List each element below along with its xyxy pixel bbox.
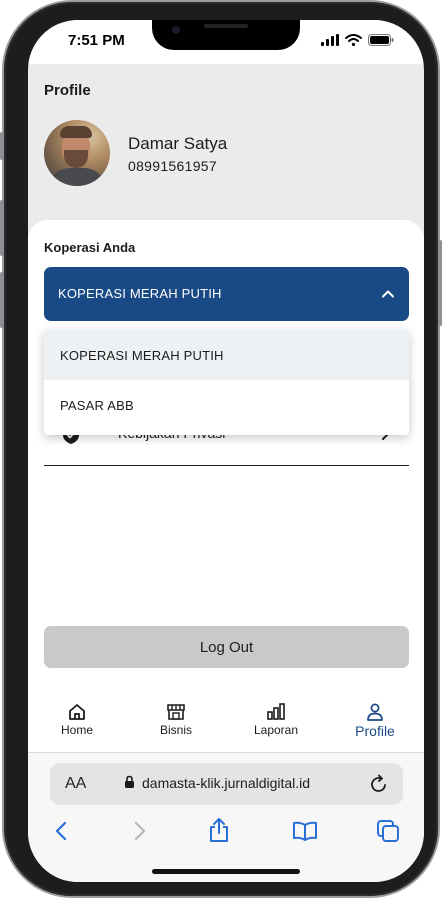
person-icon: [367, 703, 383, 721]
tab-home-label: Home: [60, 723, 93, 737]
tab-profile-label: Profile: [355, 723, 395, 739]
cooperative-option[interactable]: PASAR ABB: [44, 380, 409, 430]
share-icon[interactable]: [208, 817, 230, 843]
tab-bisnis-label: Bisnis: [159, 723, 192, 737]
tabs-icon[interactable]: [376, 819, 400, 843]
text-size-button[interactable]: AA: [65, 775, 86, 793]
reload-icon[interactable]: [369, 774, 389, 794]
lock-icon: [125, 775, 134, 788]
screen: 7:51 PM Profile Damar Satya 08991561957 …: [28, 20, 424, 882]
address-bar[interactable]: AA damasta-klik.jurnaldigital.id: [50, 763, 403, 805]
bottom-tab-bar: Home Bisnis Laporan Profile: [28, 695, 424, 752]
volume-down-button: [0, 272, 4, 328]
forward-icon[interactable]: [133, 821, 147, 841]
browser-toolbar: AA damasta-klik.jurnaldigital.id: [28, 752, 424, 882]
bookmarks-icon[interactable]: [292, 821, 318, 841]
signal-icon: [321, 34, 339, 46]
profile-card: Koperasi Anda KOPERASI MERAH PUTIH Kebij…: [28, 220, 424, 695]
cooperative-option[interactable]: KOPERASI MERAH PUTIH: [44, 330, 409, 380]
chevron-up-icon: [382, 290, 394, 298]
speaker: [204, 24, 248, 28]
tab-laporan[interactable]: Laporan: [236, 703, 316, 737]
home-indicator: [152, 869, 300, 874]
cooperative-label: Koperasi Anda: [44, 240, 136, 255]
power-button: [438, 240, 442, 326]
user-name: Damar Satya: [128, 134, 228, 153]
status-time: 7:51 PM: [68, 32, 125, 49]
page-title: Profile: [44, 82, 91, 99]
user-phone: 08991561957: [128, 158, 217, 174]
logout-button[interactable]: Log Out: [44, 626, 409, 668]
cooperative-select[interactable]: KOPERASI MERAH PUTIH: [44, 267, 409, 321]
phone-frame: 7:51 PM Profile Damar Satya 08991561957 …: [0, 2, 442, 896]
avatar: [44, 120, 110, 186]
cooperative-selected-value: KOPERASI MERAH PUTIH: [58, 286, 222, 301]
wifi-icon: [345, 34, 362, 46]
tab-laporan-label: Laporan: [253, 723, 299, 737]
tab-bisnis[interactable]: Bisnis: [136, 703, 216, 737]
url-text: damasta-klik.jurnaldigital.id: [142, 775, 311, 791]
home-icon: [69, 704, 85, 720]
back-icon[interactable]: [54, 821, 68, 841]
bar-chart-icon: [267, 703, 285, 720]
store-icon: [167, 704, 185, 720]
volume-up-button: [0, 200, 4, 256]
notch: [152, 20, 300, 50]
camera: [172, 26, 180, 34]
cooperative-dropdown: KOPERASI MERAH PUTIH PASAR ABB: [44, 330, 409, 435]
mute-switch: [0, 132, 4, 160]
status-icons: [321, 34, 394, 46]
tab-profile[interactable]: Profile: [335, 703, 415, 739]
battery-icon: [368, 34, 394, 46]
tab-home[interactable]: Home: [37, 703, 117, 737]
